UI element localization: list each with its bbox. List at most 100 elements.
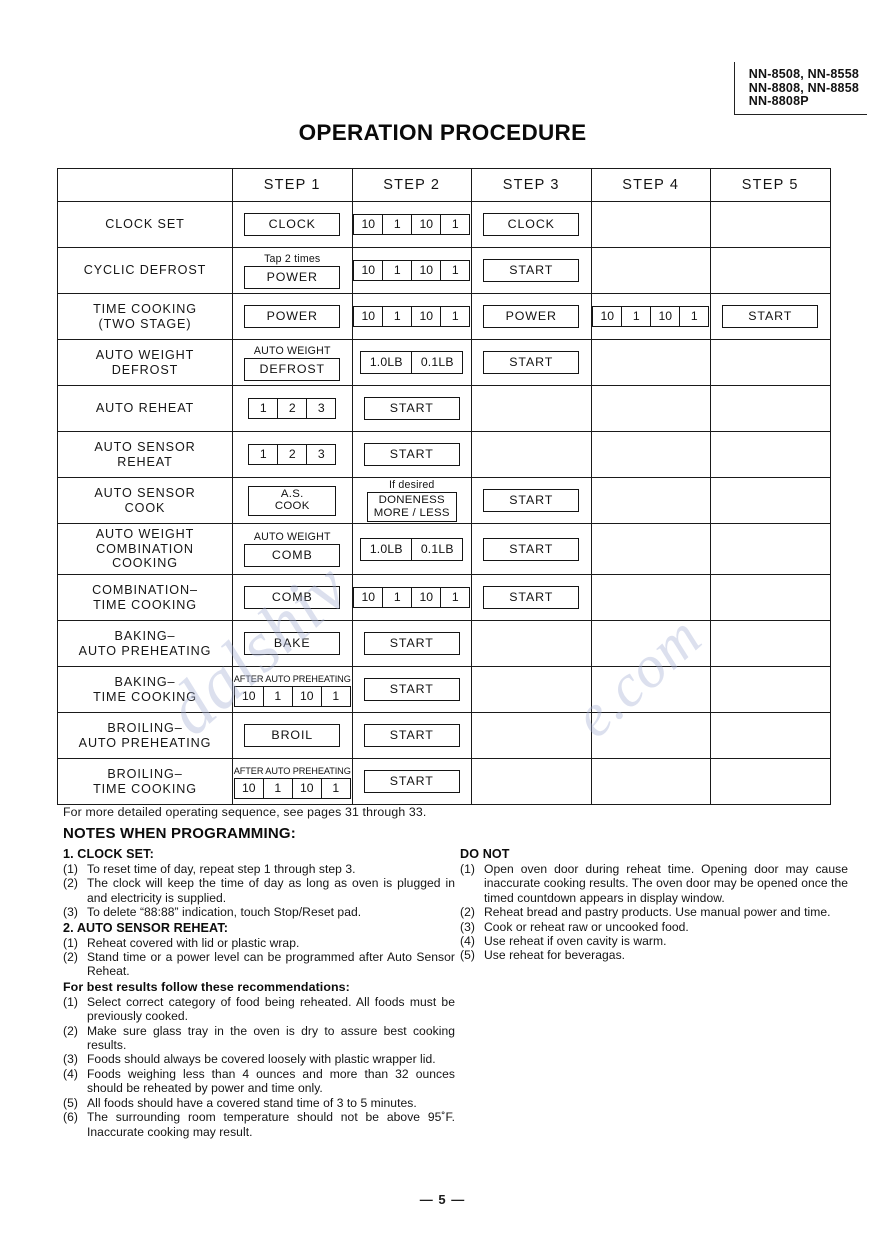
keypad-segment-1[interactable]: 1 [383, 307, 413, 326]
keypad-segment-1[interactable]: 1 [441, 215, 469, 234]
keypad-button-broil[interactable]: BROIL [244, 724, 341, 747]
keypad-segment-1[interactable]: 1 [441, 588, 469, 607]
keypad-button-start[interactable]: START [483, 489, 580, 512]
row-label-cell: AUTO SENSOR REHEAT [57, 431, 233, 478]
cell-step2: START [351, 666, 472, 713]
keypad-segment-1[interactable]: 1 [441, 307, 469, 326]
keypad-button-start[interactable]: START [363, 443, 460, 466]
keypad-segment-10[interactable]: 10 [412, 307, 442, 326]
keypad-segment-group[interactable]: 1.0LB 0.1LB [360, 537, 464, 561]
cell-step5 [710, 712, 831, 759]
keypad-segment-group[interactable]: 10 1 10 1 [353, 214, 471, 235]
keypad-segment-10[interactable]: 10 [293, 686, 322, 706]
keypad-button-start[interactable]: START [363, 770, 460, 793]
keypad-segment-10[interactable]: 10 [593, 307, 623, 326]
keypad-button-start[interactable]: START [722, 305, 819, 328]
keypad-segment-group[interactable]: 123 [248, 444, 337, 465]
keypad-segment-3[interactable]: 3 [307, 399, 335, 418]
cell-step3: CLOCK [471, 201, 592, 248]
keypad-segment-1[interactable]: 1 [383, 215, 413, 234]
keypad-segment-1[interactable]: 1 [264, 778, 293, 798]
keypad-segment-1[interactable]: 1 [322, 687, 350, 706]
keypad-segment-10[interactable]: 10 [354, 588, 384, 607]
keypad-button-bake[interactable]: BAKE [244, 632, 341, 655]
cell-step5 [710, 385, 831, 432]
keypad-segment-2[interactable]: 2 [278, 445, 308, 464]
table-row: BAKING– AUTO PREHEATING BAKE START [57, 620, 831, 667]
keypad-button-power[interactable]: POWER [244, 265, 341, 289]
keypad-segment-1[interactable]: 1 [322, 779, 350, 798]
list-marker: (3) [460, 919, 475, 934]
keypad-button-start[interactable]: START [483, 586, 580, 609]
keypad-button-power[interactable]: POWER [244, 305, 341, 328]
keypad-segment-group[interactable]: 10 1 10 1 [592, 306, 710, 327]
keypad-segment-1[interactable]: 1 [249, 445, 279, 464]
keypad-segment-group[interactable]: 10 1 10 1 [353, 587, 471, 608]
keypad-segment-1[interactable]: 1 [264, 686, 293, 706]
cell-step2: 10 1 10 1 [351, 247, 472, 294]
keypad-segment-0-1lb[interactable]: 0.1LB [412, 352, 462, 373]
keypad-segment-2[interactable]: 2 [278, 399, 308, 418]
keypad-segment-group[interactable]: 10 1 10 1 [233, 685, 351, 707]
keypad-button-start[interactable]: START [363, 724, 460, 747]
keypad-segment-1-0lb[interactable]: 1.0LB [361, 352, 413, 373]
keypad-button-comb[interactable]: COMB [244, 544, 341, 567]
list-item-text: Use reheat for beveragas. [484, 948, 626, 963]
keypad-segment-1[interactable]: 1 [680, 307, 708, 326]
keypad-segment-10[interactable]: 10 [354, 215, 384, 234]
keypad-button-start[interactable]: START [483, 537, 580, 561]
keypad-button-comb[interactable]: COMB [244, 586, 341, 609]
keypad-segment-10[interactable]: 10 [354, 261, 384, 280]
step-cell-content: START [472, 524, 591, 574]
keypad-button-start[interactable]: START [483, 259, 580, 282]
cell-step3 [471, 385, 592, 432]
keypad-segment-0-1lb[interactable]: 0.1LB [412, 539, 462, 560]
cell-step4: 10 1 10 1 [590, 293, 711, 340]
keypad-button-start[interactable]: START [363, 632, 460, 655]
keypad-button-start[interactable]: START [483, 351, 580, 374]
keypad-button-defrost[interactable]: DEFROST [244, 357, 341, 381]
cell-step3 [471, 712, 592, 759]
keypad-button-clock[interactable]: CLOCK [244, 213, 341, 236]
keypad-segment-10[interactable]: 10 [235, 778, 264, 798]
keypad-segment-1[interactable]: 1 [249, 399, 279, 418]
cell-step1: AFTER AUTO PREHEATING 10 1 10 1 [232, 666, 353, 713]
recommendation-item: (6) The surrounding room temperature shou… [63, 1110, 455, 1139]
keypad-segment-1[interactable]: 1 [383, 588, 413, 607]
list-item-text: Open oven door during reheat time. Openi… [484, 862, 849, 905]
keypad-segment-1[interactable]: 1 [383, 261, 413, 280]
keypad-segment-1-0lb[interactable]: 1.0LB [361, 538, 413, 560]
notes-section-1-title: 1. CLOCK SET: [63, 847, 154, 861]
keypad-segment-10[interactable]: 10 [354, 307, 384, 326]
keypad-segment-10[interactable]: 10 [412, 215, 442, 234]
step-cell-content: 10 1 10 1 [592, 294, 711, 339]
cell-step5 [710, 574, 831, 621]
keypad-button-clock[interactable]: CLOCK [483, 213, 580, 236]
keypad-button-power[interactable]: POWER [483, 305, 580, 328]
keypad-button-start[interactable]: START [363, 678, 460, 701]
keypad-segment-group[interactable]: 10 1 10 1 [233, 777, 351, 799]
keypad-segment-group[interactable]: 10 1 10 1 [353, 260, 471, 281]
cell-step2: START [351, 431, 472, 478]
row-label-line-2: TIME COOKING [93, 689, 197, 704]
auto-sensor-reheat-note-item: (1) Reheat covered with lid or plastic wr… [63, 936, 455, 950]
keypad-segment-group[interactable]: 1.0LB 0.1LB [360, 351, 464, 374]
keypad-segment-1[interactable]: 1 [441, 261, 469, 280]
cell-step2: 1.0LB 0.1LB [351, 523, 472, 575]
row-label-line-2: DEFROST [111, 362, 179, 377]
keypad-segment-10[interactable]: 10 [235, 686, 264, 706]
keypad-segment-1[interactable]: 1 [622, 307, 652, 326]
cell-step1: COMB [232, 574, 353, 621]
do-not-item: (1) Open oven door during reheat time. Op… [460, 862, 848, 905]
keypad-segment-group[interactable]: 123 [248, 398, 337, 419]
keypad-segment-10[interactable]: 10 [651, 307, 681, 326]
table-row: TIME COOKING (TWO STAGE) POWER 10 1 10 1 POWER 1… [57, 293, 831, 340]
keypad-button-start[interactable]: START [363, 397, 460, 420]
keypad-segment-10[interactable]: 10 [412, 588, 442, 607]
keypad-segment-group[interactable]: 10 1 10 1 [353, 306, 471, 327]
keypad-button-a-s-cook[interactable]: A.S. COOK [248, 485, 337, 516]
keypad-segment-10[interactable]: 10 [412, 261, 442, 280]
keypad-segment-10[interactable]: 10 [293, 778, 322, 798]
keypad-button-doneness-more-less[interactable]: DONENESS MORE / LESS [366, 492, 457, 522]
keypad-segment-3[interactable]: 3 [307, 445, 335, 464]
